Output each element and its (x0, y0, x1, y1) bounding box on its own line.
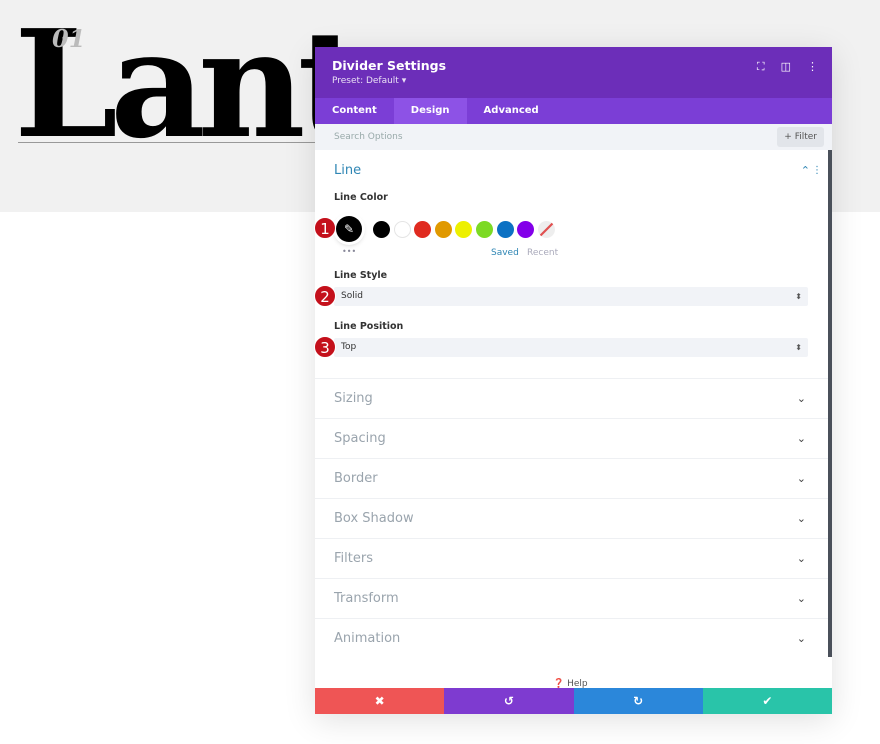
tab-advanced[interactable]: Advanced (467, 98, 556, 124)
chevron-down-icon: ⌄ (796, 592, 806, 605)
section-border[interactable]: Border ⌄ (315, 458, 828, 498)
section-menu-icon[interactable]: ⋮ (812, 165, 822, 176)
swatch-green[interactable] (476, 221, 493, 238)
swatch-purple[interactable] (517, 221, 534, 238)
swatch-transparent-icon[interactable] (538, 221, 555, 238)
section-box-shadow[interactable]: Box Shadow ⌄ (315, 498, 828, 538)
swatch-orange[interactable] (435, 221, 452, 238)
step-badge-2: 2 (314, 285, 336, 307)
divider-settings-panel: Divider Settings Preset: Default ▾ ⛶ ◫ ⋮… (315, 47, 832, 714)
eyedropper-icon[interactable]: ✎ (336, 216, 362, 242)
tab-design[interactable]: Design (393, 98, 467, 124)
swatch-black[interactable] (373, 221, 390, 238)
more-options-icon[interactable]: ⋮ (807, 60, 818, 74)
chevron-down-icon: ⌄ (796, 392, 806, 405)
filter-button[interactable]: + Filter (777, 127, 824, 147)
recent-tab[interactable]: Recent (527, 248, 558, 258)
step-badge-3: 3 (314, 336, 336, 358)
section-transform[interactable]: Transform ⌄ (315, 578, 828, 618)
search-placeholder: Search Options (334, 132, 403, 142)
save-button[interactable]: ✔ (702, 688, 832, 714)
swatch-blue[interactable] (497, 221, 514, 238)
section-animation[interactable]: Animation ⌄ (315, 618, 828, 658)
line-style-label: Line Style (334, 270, 388, 281)
chevron-down-icon: ⌄ (796, 632, 806, 645)
section-title-line[interactable]: Line (334, 163, 361, 178)
tab-content[interactable]: Content (315, 98, 394, 124)
chevron-up-icon[interactable]: ⌃ (801, 164, 810, 177)
search-options-input[interactable]: Search Options + Filter (315, 124, 832, 150)
panel-header: Divider Settings Preset: Default ▾ ⛶ ◫ ⋮ (315, 47, 832, 98)
fullscreen-icon[interactable]: ⛶ (757, 60, 765, 74)
sidebar-toggle-icon[interactable]: ◫ (781, 60, 791, 74)
hero-number: 01 (52, 24, 86, 53)
chevron-down-icon: ⌄ (796, 472, 806, 485)
more-colors-icon[interactable]: ••• (342, 247, 356, 256)
preset-dropdown[interactable]: Preset: Default ▾ (332, 76, 815, 86)
section-filters[interactable]: Filters ⌄ (315, 538, 828, 578)
scrollbar[interactable] (828, 150, 832, 657)
swatch-red[interactable] (414, 221, 431, 238)
redo-button[interactable]: ↻ (573, 688, 703, 714)
line-position-label: Line Position (334, 321, 404, 332)
select-arrows-icon: ⬍ (795, 343, 802, 352)
line-position-value: Top (341, 342, 357, 352)
swatch-white[interactable] (394, 221, 411, 238)
footer-actions: ✖ ↺ ↻ ✔ (315, 688, 832, 714)
section-spacing[interactable]: Spacing ⌄ (315, 418, 828, 458)
select-arrows-icon: ⬍ (795, 292, 802, 301)
line-style-value: Solid (341, 291, 363, 301)
cancel-button[interactable]: ✖ (315, 688, 445, 714)
line-position-select[interactable]: Top ⬍ (334, 338, 808, 357)
chevron-down-icon: ⌄ (796, 512, 806, 525)
section-sizing[interactable]: Sizing ⌄ (315, 378, 828, 418)
step-badge-1: 1 (314, 217, 336, 239)
tab-bar: Content Design Advanced (315, 98, 832, 124)
saved-tab[interactable]: Saved (491, 248, 519, 258)
chevron-down-icon: ⌄ (796, 552, 806, 565)
panel-title: Divider Settings (332, 58, 447, 73)
line-style-select[interactable]: Solid ⬍ (334, 287, 808, 306)
chevron-down-icon: ⌄ (796, 432, 806, 445)
undo-button[interactable]: ↺ (444, 688, 574, 714)
divider-line (18, 142, 318, 143)
line-color-label: Line Color (334, 192, 388, 203)
swatch-yellow[interactable] (455, 221, 472, 238)
